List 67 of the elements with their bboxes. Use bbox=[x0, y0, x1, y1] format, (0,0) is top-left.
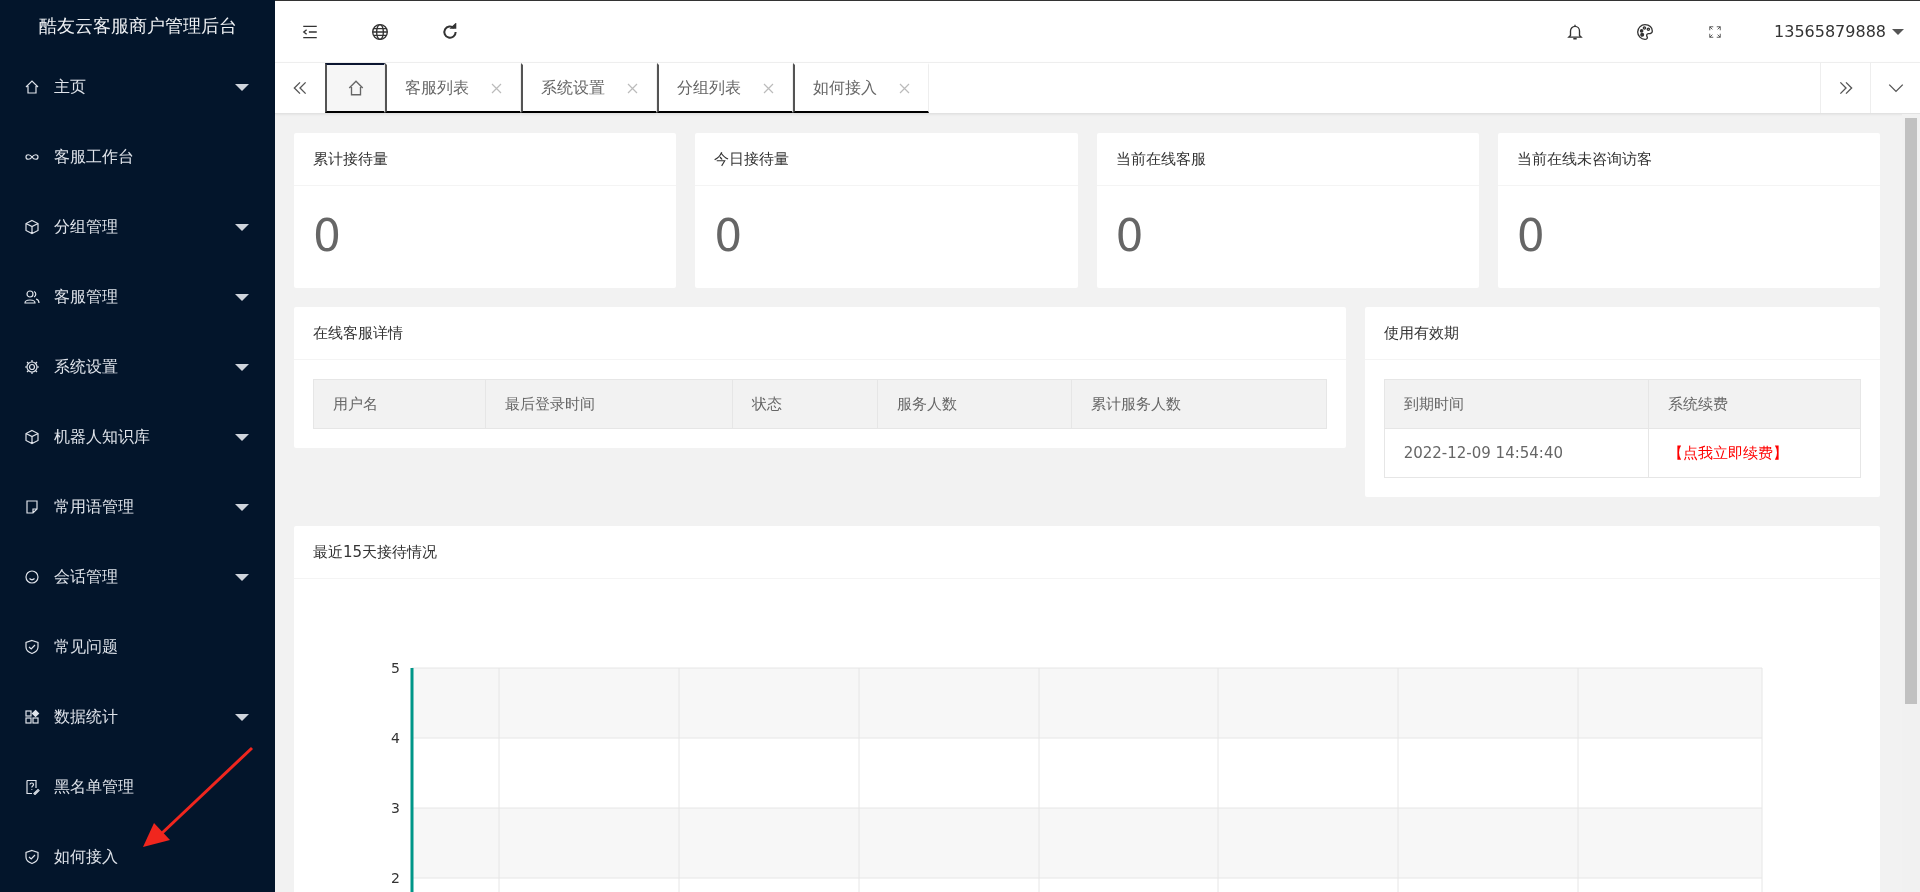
sidebar-item[interactable]: 数据统计 bbox=[0, 682, 275, 752]
column-header: 服务人数 bbox=[877, 379, 1072, 429]
stat-value: 0 bbox=[1515, 209, 1546, 263]
home-icon bbox=[24, 79, 40, 95]
close-icon[interactable] bbox=[763, 82, 774, 94]
sidebar-item[interactable]: 黑名单管理 bbox=[0, 752, 275, 822]
sidebar-item[interactable]: 常用语管理 bbox=[0, 472, 275, 542]
column-header: 状态 bbox=[732, 379, 878, 429]
stat-title: 今日接待量 bbox=[695, 133, 1078, 186]
column-header: 最后登录时间 bbox=[485, 379, 733, 429]
stat-title: 当前在线客服 bbox=[1096, 133, 1479, 186]
close-icon[interactable] bbox=[491, 82, 502, 94]
users-icon bbox=[24, 289, 40, 305]
note-icon bbox=[24, 499, 40, 515]
page-tab[interactable]: 分组列表 bbox=[657, 63, 793, 113]
cube-icon bbox=[24, 219, 40, 235]
stat-title: 当前在线未咨询访客 bbox=[1497, 133, 1880, 186]
tab-menu-button[interactable] bbox=[1870, 63, 1920, 113]
scroll-right-button[interactable] bbox=[1820, 63, 1870, 113]
home-icon bbox=[346, 79, 365, 97]
double-chevron-left-icon bbox=[291, 79, 309, 97]
cube-icon bbox=[24, 429, 40, 445]
axis-tick-label: 4 bbox=[391, 730, 400, 746]
column-header: 到期时间 bbox=[1384, 379, 1649, 429]
app-title: 酷友云客服商户管理后台 bbox=[37, 14, 238, 38]
question-doc-icon bbox=[24, 779, 40, 795]
bell-icon bbox=[1566, 22, 1584, 41]
home-tab[interactable] bbox=[325, 63, 385, 113]
sidebar-item[interactable]: 客服工作台 bbox=[0, 122, 275, 192]
shield-icon bbox=[24, 849, 40, 865]
smile-icon bbox=[24, 569, 40, 585]
table-cell: 2022-12-09 14:54:40 bbox=[1384, 428, 1649, 478]
stat-value: 0 bbox=[1114, 209, 1145, 263]
sidebar-item[interactable]: 如何接入 bbox=[0, 822, 275, 892]
panel-title: 在线客服详情 bbox=[294, 307, 1346, 360]
sidebar-item[interactable]: 分组管理 bbox=[0, 192, 275, 262]
shield-icon bbox=[24, 639, 40, 655]
globe-icon bbox=[371, 22, 389, 41]
column-header: 系统续费 bbox=[1648, 379, 1861, 429]
page-tab[interactable]: 客服列表 bbox=[385, 63, 521, 113]
stat-value: 0 bbox=[713, 209, 744, 263]
sidebar-item[interactable]: 客服管理 bbox=[0, 262, 275, 332]
axis-tick-label: 5 bbox=[391, 660, 400, 676]
fullscreen-icon bbox=[1708, 24, 1722, 39]
stat-value: 0 bbox=[312, 209, 342, 263]
sidebar-item[interactable]: 系统设置 bbox=[0, 332, 275, 402]
axis-tick-label: 2 bbox=[391, 870, 400, 886]
gear-icon bbox=[24, 359, 40, 375]
sidebar-item[interactable]: 主页 bbox=[0, 52, 275, 122]
grid-icon bbox=[24, 709, 40, 725]
user-menu[interactable]: 13565879888 bbox=[1750, 22, 1920, 41]
column-header: 累计服务人数 bbox=[1071, 379, 1327, 429]
sidebar-item[interactable]: 常见问题 bbox=[0, 612, 275, 682]
page-tab[interactable]: 如何接入 bbox=[793, 63, 929, 113]
axis-tick-label: 3 bbox=[391, 800, 400, 816]
panel-title: 最近15天接待情况 bbox=[294, 526, 1880, 579]
page-tab[interactable]: 系统设置 bbox=[521, 63, 657, 113]
close-icon[interactable] bbox=[627, 82, 638, 94]
caret-icon bbox=[1892, 28, 1904, 35]
sidebar-item[interactable]: 会话管理 bbox=[0, 542, 275, 612]
stat-title: 累计接待量 bbox=[294, 133, 677, 186]
close-icon[interactable] bbox=[899, 82, 910, 94]
refresh-icon bbox=[441, 22, 459, 41]
panel-title: 使用有效期 bbox=[1364, 307, 1880, 360]
palette-icon bbox=[1636, 22, 1654, 41]
sidebar-item[interactable]: 机器人知识库 bbox=[0, 402, 275, 472]
column-header: 用户名 bbox=[313, 379, 486, 429]
